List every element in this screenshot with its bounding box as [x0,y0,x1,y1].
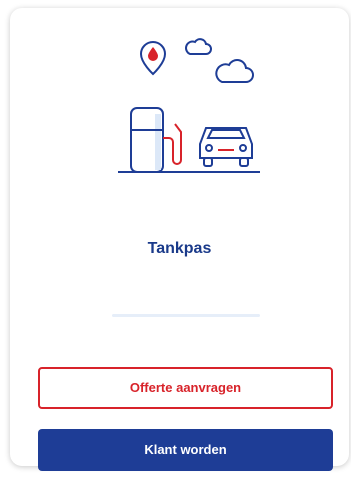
fuel-station-car-icon [118,38,260,173]
cloud-icon [215,59,254,83]
fuel-pump-icon [130,107,182,173]
become-customer-button[interactable]: Klant worden [38,429,333,471]
cloud-icon [185,38,212,55]
product-card: Tankpas Offerte aanvragen Klant worden [10,8,349,471]
map-pin-icon [139,41,167,76]
request-quote-button[interactable]: Offerte aanvragen [38,367,333,409]
card-title: Tankpas [147,240,212,257]
car-icon [199,127,253,167]
divider [112,314,260,317]
